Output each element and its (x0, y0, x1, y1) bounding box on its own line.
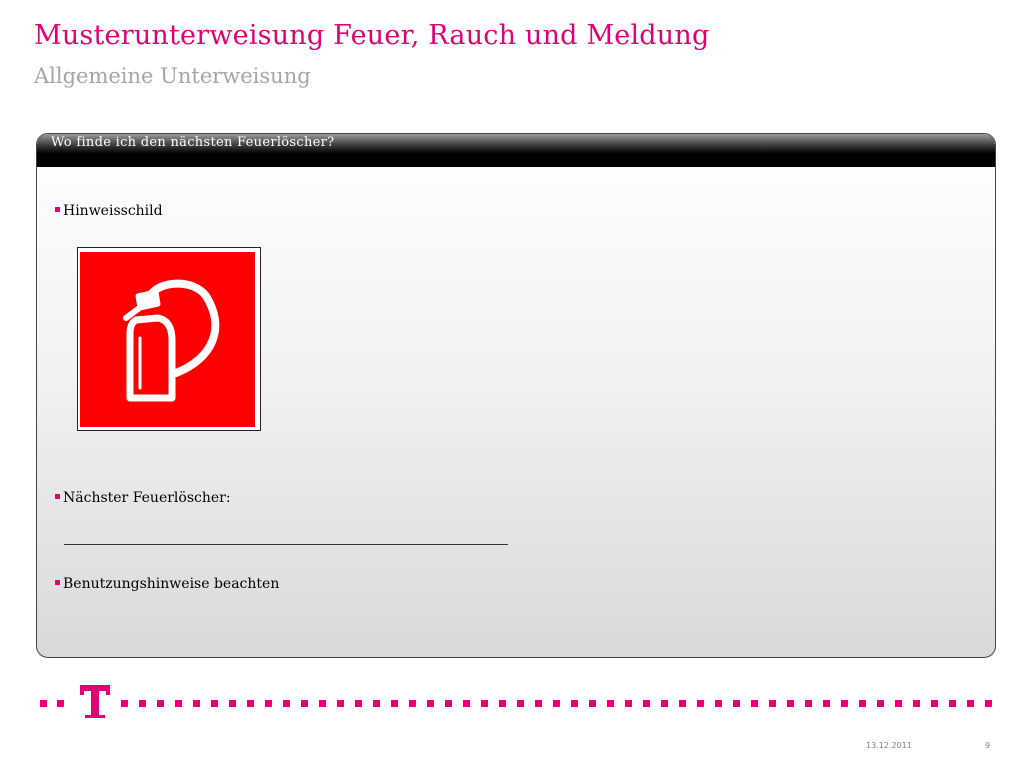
bullet-item-usage-notes: Benutzungshinweise beachten (55, 576, 279, 592)
bullet-marker-icon (55, 493, 60, 499)
page-number: 9 (985, 741, 991, 750)
slide-subtitle: Allgemeine Unterweisung (34, 64, 311, 88)
fire-extinguisher-sign-icon (77, 247, 261, 431)
bullet-label: Hinweisschild (63, 203, 163, 219)
bullet-item-sign: Hinweisschild (55, 203, 163, 219)
panel-header: Wo finde ich den nächsten Feuerlöscher? (37, 134, 995, 167)
bullet-label: Nächster Feuerlöscher: (63, 490, 231, 506)
bullet-label: Benutzungshinweise beachten (63, 576, 280, 592)
answer-blank-line (64, 544, 508, 545)
telekom-t-logo-icon (40, 685, 992, 718)
fire-extinguisher-icon (80, 252, 255, 427)
bullet-item-nearest-extinguisher: Nächster Feuerlöscher: (55, 490, 231, 506)
panel-header-text: Wo finde ich den nächsten Feuerlöscher? (51, 135, 335, 150)
footer-date: 13.12.2011 (866, 741, 912, 750)
slide-title: Musterunterweisung Feuer, Rauch und Meld… (34, 20, 710, 51)
bullet-marker-icon (55, 579, 60, 585)
content-panel: Wo finde ich den nächsten Feuerlöscher? … (36, 133, 996, 658)
bullet-marker-icon (55, 206, 60, 212)
